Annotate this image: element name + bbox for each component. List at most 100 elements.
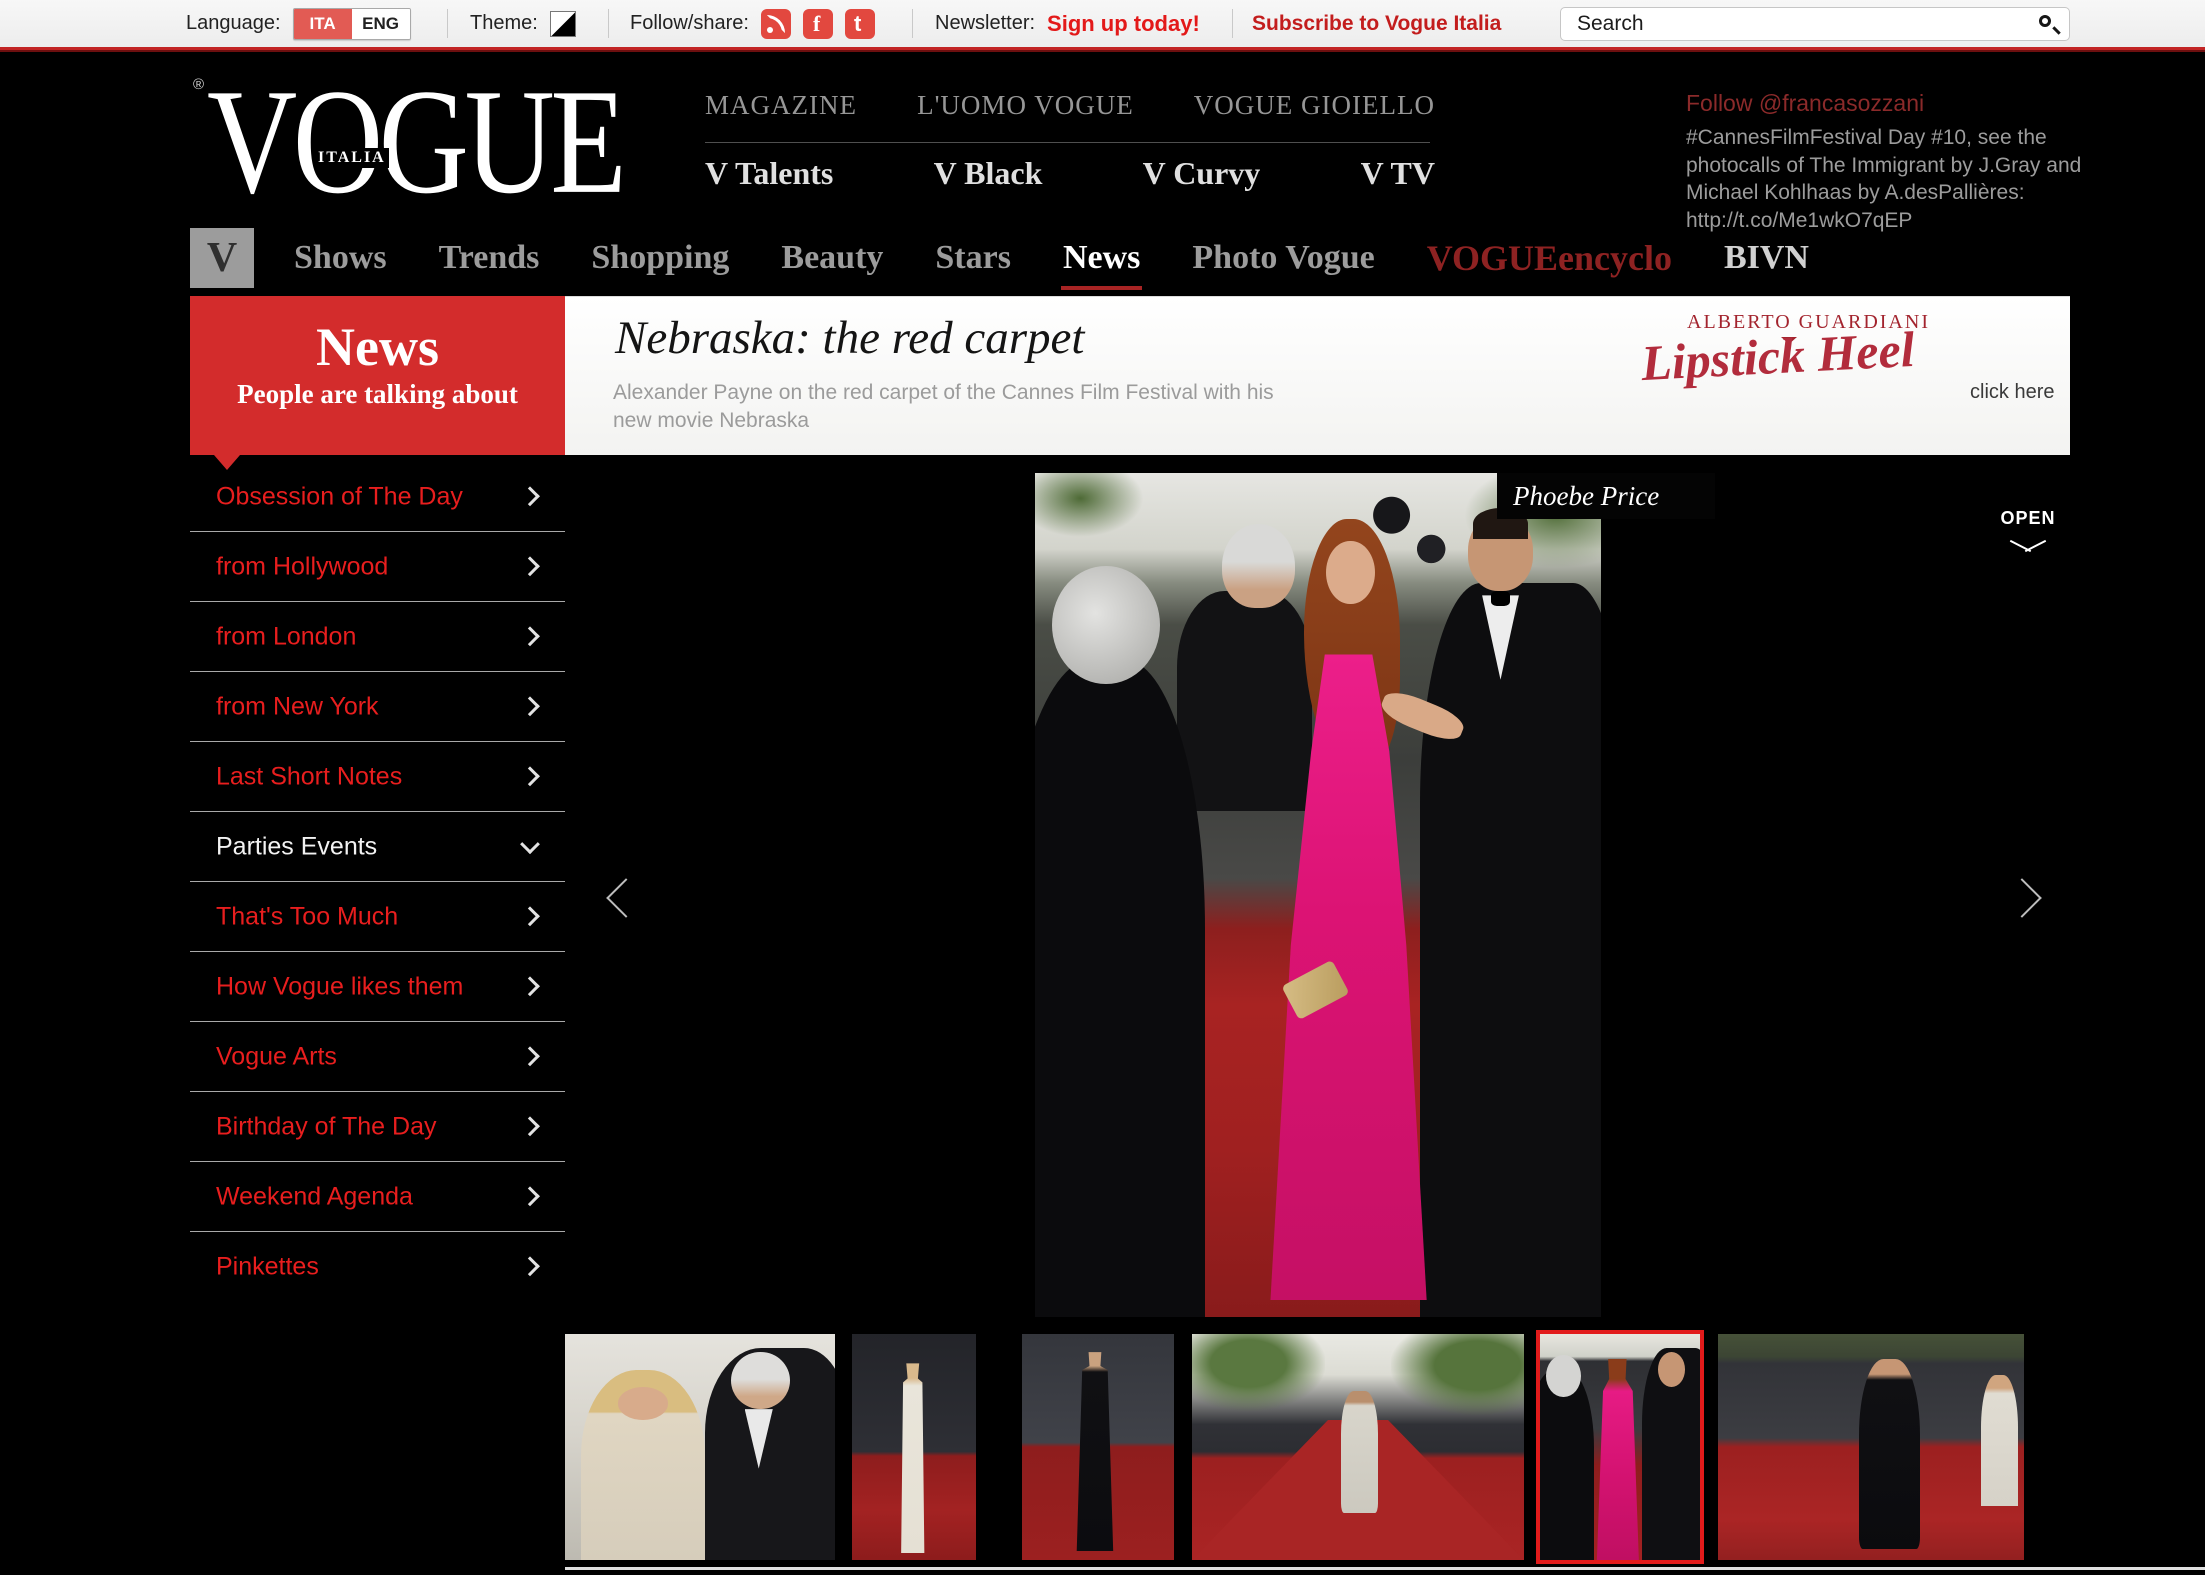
- thumb-figure: [1341, 1391, 1378, 1513]
- menu-item-v-curvy[interactable]: V Curvy: [1143, 155, 1261, 192]
- news-sidebar: Obsession of The Day from Hollywood from…: [190, 462, 565, 1302]
- sidebar-item-label: Last Short Notes: [216, 762, 402, 791]
- nav-item-news[interactable]: News: [1063, 239, 1140, 277]
- nav-item-photo-vogue[interactable]: Photo Vogue: [1192, 239, 1374, 277]
- thumb-figure: [1072, 1352, 1118, 1551]
- ad-product-name[interactable]: Lipstick Heel: [1640, 320, 1916, 392]
- language-switcher: Language: ITA ENG: [186, 0, 411, 47]
- article-subtitle: Alexander Payne on the red carpet of the…: [613, 379, 1313, 436]
- chevron-right-icon: [520, 486, 540, 506]
- menu-item-magazine[interactable]: MAGAZINE: [705, 90, 857, 121]
- sidebar-item-from-new-york[interactable]: from New York: [190, 672, 565, 742]
- language-toggle: ITA ENG: [293, 8, 411, 40]
- nav-v-badge[interactable]: V: [190, 228, 254, 288]
- chevron-right-icon: [520, 556, 540, 576]
- thumb-figure: [897, 1363, 929, 1553]
- gallery-thumbnail-1[interactable]: [565, 1334, 835, 1560]
- sidebar-item-birthday-of-the-day[interactable]: Birthday of The Day: [190, 1092, 565, 1162]
- sidebar-item-weekend-agenda[interactable]: Weekend Agenda: [190, 1162, 565, 1232]
- sidebar-item-thats-too-much[interactable]: That's Too Much: [190, 882, 565, 952]
- topbar-red-divider: [0, 47, 2205, 52]
- theme-switcher: Theme:: [470, 0, 576, 47]
- gallery-thumbnail-5-selected[interactable]: [1536, 1330, 1704, 1564]
- twitter-icon[interactable]: [845, 9, 875, 39]
- sidebar-item-parties-events[interactable]: Parties Events: [190, 812, 565, 882]
- photo-figure: [1491, 591, 1510, 606]
- sidebar-item-from-hollywood[interactable]: from Hollywood: [190, 532, 565, 602]
- thumb-figure: [1642, 1348, 1704, 1564]
- chevron-down-icon: [2008, 539, 2048, 555]
- thumb-figure: [1536, 1370, 1594, 1564]
- subscribe-link[interactable]: Subscribe to Vogue Italia: [1252, 0, 1501, 47]
- nav-item-vogueencyclo[interactable]: VOGUEencyclo: [1427, 237, 1672, 279]
- language-label: Language:: [186, 12, 281, 35]
- carousel-next-arrow[interactable]: [2002, 878, 2042, 918]
- sidebar-item-label: Obsession of The Day: [216, 482, 463, 511]
- news-section-title: News: [190, 296, 565, 376]
- sidebar-item-label: Pinkettes: [216, 1253, 319, 1282]
- sidebar-item-last-short-notes[interactable]: Last Short Notes: [190, 742, 565, 812]
- thumb-figure: [705, 1348, 835, 1560]
- chevron-right-icon: [520, 696, 540, 716]
- photo-caption: Phoebe Price: [1497, 473, 1715, 519]
- photo-figure: [1468, 515, 1533, 591]
- twitter-follow-link[interactable]: Follow @francasozzani: [1686, 90, 2086, 117]
- sidebar-item-how-vogue-likes-them[interactable]: How Vogue likes them: [190, 952, 565, 1022]
- thumb-figure: [1593, 1359, 1644, 1560]
- sidebar-item-vogue-arts[interactable]: Vogue Arts: [190, 1022, 565, 1092]
- topbar-divider: [1232, 9, 1233, 38]
- chevron-right-icon: [520, 976, 540, 996]
- sidebar-item-pinkettes[interactable]: Pinkettes: [190, 1232, 565, 1302]
- gallery-main-photo[interactable]: [1035, 473, 1601, 1317]
- main-navigation: Shows Trends Shopping Beauty Stars News …: [294, 228, 1809, 288]
- gallery-thumbnail-4[interactable]: [1192, 1334, 1524, 1560]
- rss-icon[interactable]: [761, 9, 791, 39]
- sidebar-item-from-london[interactable]: from London: [190, 602, 565, 672]
- thumb-figure: [581, 1370, 705, 1560]
- search-magnifier-icon[interactable]: [2039, 15, 2051, 27]
- nav-item-beauty[interactable]: Beauty: [781, 239, 883, 277]
- article-title: Nebraska: the red carpet: [615, 311, 1084, 365]
- nav-item-shows[interactable]: Shows: [294, 239, 387, 277]
- menu-item-vogue-gioiello[interactable]: VOGUE GIOIELLO: [1194, 90, 1435, 121]
- language-ita-button[interactable]: ITA: [294, 9, 352, 39]
- menu-item-luomo-vogue[interactable]: L'UOMO VOGUE: [917, 90, 1134, 121]
- photo-figure: [1326, 541, 1374, 604]
- topbar-divider: [608, 9, 609, 38]
- newsletter-label: Newsletter:: [935, 12, 1035, 35]
- theme-contrast-icon[interactable]: [550, 11, 576, 37]
- header-menu-divider: [705, 142, 1430, 143]
- search-box: [1560, 7, 2070, 41]
- registered-mark: ®: [193, 76, 204, 93]
- nav-item-shopping[interactable]: Shopping: [591, 239, 729, 277]
- vogue-logo-italia: ITALIA: [315, 148, 389, 168]
- chevron-right-icon: [520, 1256, 540, 1276]
- sidebar-item-label: Vogue Arts: [216, 1042, 337, 1071]
- menu-item-v-tv[interactable]: V TV: [1361, 155, 1435, 192]
- sidebar-item-label: from Hollywood: [216, 552, 388, 581]
- menu-item-v-black[interactable]: V Black: [934, 155, 1043, 192]
- chevron-right-icon: [520, 766, 540, 786]
- carousel-previous-arrow[interactable]: [606, 878, 646, 918]
- menu-item-v-talents[interactable]: V Talents: [705, 155, 833, 192]
- gallery-thumbnail-6[interactable]: [1718, 1334, 2024, 1560]
- facebook-icon[interactable]: [803, 9, 833, 39]
- topbar-divider: [912, 9, 913, 38]
- gallery-thumbnail-2[interactable]: [852, 1334, 976, 1560]
- topbar-divider: [447, 9, 448, 38]
- tweet-text: #CannesFilmFestival Day #10, see the pho…: [1686, 124, 2086, 235]
- chevron-right-icon: [520, 1186, 540, 1206]
- open-label: OPEN: [2000, 508, 2056, 529]
- search-input[interactable]: [1575, 9, 2015, 39]
- nav-item-bivn[interactable]: BIVN: [1724, 239, 1809, 277]
- newsletter-signup-link[interactable]: Sign up today!: [1047, 11, 1200, 37]
- language-eng-button[interactable]: ENG: [352, 9, 410, 39]
- nav-item-trends[interactable]: Trends: [439, 239, 540, 277]
- sidebar-item-obsession-of-the-day[interactable]: Obsession of The Day: [190, 462, 565, 532]
- gallery-thumbnail-3[interactable]: [1022, 1334, 1174, 1560]
- nav-item-stars[interactable]: Stars: [935, 239, 1011, 277]
- open-gallery-control[interactable]: OPEN: [2000, 508, 2056, 555]
- header-menu-secondary: V Talents V Black V Curvy V TV: [705, 155, 1435, 192]
- ad-click-here-link[interactable]: click here: [1970, 381, 2054, 404]
- vogue-logo[interactable]: ® VOGUE ITALIA: [193, 66, 633, 216]
